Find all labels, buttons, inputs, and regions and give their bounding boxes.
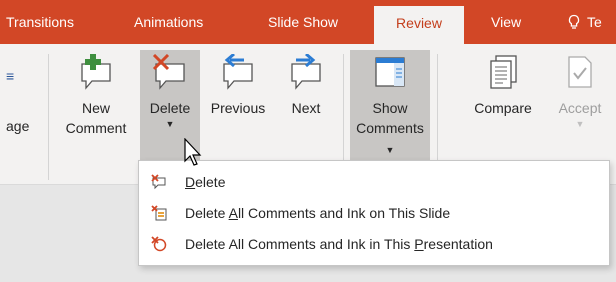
compare-label: Compare <box>474 100 532 116</box>
delete-label: Delete <box>149 100 191 116</box>
next-comment-button[interactable]: Next <box>276 50 336 162</box>
accept-button[interactable]: Accept ▼ <box>548 50 612 162</box>
accept-label: Accept <box>558 100 602 116</box>
menu-item-delete-all-slide-label: Delete All Comments and Ink on This Slid… <box>185 205 451 221</box>
comment-delete-icon <box>152 54 185 90</box>
menu-item-delete[interactable]: Delete <box>139 167 609 197</box>
menu-item-delete-all-presentation[interactable]: Delete All Comments and Ink in This Pres… <box>139 229 609 259</box>
show-comments-pane-icon <box>375 57 405 87</box>
show-comments-button[interactable]: Show Comments ▼ <box>350 50 430 162</box>
tab-view[interactable]: View <box>491 0 521 44</box>
ribbon-tab-bar: Transitions Animations Slide Show Review… <box>0 0 616 44</box>
tab-animations[interactable]: Animations <box>134 0 203 44</box>
new-comment-button[interactable]: New Comment <box>56 50 136 162</box>
comment-delete-icon <box>151 174 166 190</box>
comment-plus-icon <box>81 54 111 90</box>
menu-item-delete-label: Delete <box>185 174 226 190</box>
delete-dropdown-menu: Delete Delete All Comments and Ink on Th… <box>138 160 610 266</box>
comment-previous-icon <box>223 54 253 90</box>
compare-button[interactable]: Compare <box>468 50 538 162</box>
group-separator <box>48 54 49 180</box>
chevron-down-icon: ▼ <box>575 119 585 129</box>
tab-review[interactable]: Review <box>374 6 464 44</box>
mouse-cursor-icon <box>184 138 202 166</box>
chevron-down-icon: ▼ <box>385 145 395 155</box>
tab-transitions[interactable]: Transitions <box>6 0 74 44</box>
tell-me-label: Te <box>587 14 602 30</box>
accept-icon <box>568 56 592 88</box>
chevron-down-icon: ▼ <box>165 119 175 129</box>
show-comments-label: Show Comments ▼ <box>356 100 424 155</box>
peek-button-label[interactable]: age <box>6 118 29 134</box>
previous-label: Previous <box>210 100 266 116</box>
language-icon: ≡ <box>6 68 15 84</box>
delete-slide-comments-icon <box>151 205 167 221</box>
menu-item-delete-all-presentation-label: Delete All Comments and Ink in This Pres… <box>185 236 493 252</box>
compare-icon <box>490 55 517 89</box>
next-label: Next <box>291 100 321 116</box>
delete-presentation-comments-icon <box>151 236 167 252</box>
comment-next-icon <box>291 54 321 90</box>
previous-comment-button[interactable]: Previous <box>203 50 273 162</box>
menu-item-delete-all-slide[interactable]: Delete All Comments and Ink on This Slid… <box>139 198 609 228</box>
new-comment-label: New Comment <box>65 100 127 136</box>
lightbulb-icon <box>568 14 580 29</box>
tab-slide-show[interactable]: Slide Show <box>268 0 338 44</box>
tell-me-box[interactable]: Te <box>566 0 602 44</box>
